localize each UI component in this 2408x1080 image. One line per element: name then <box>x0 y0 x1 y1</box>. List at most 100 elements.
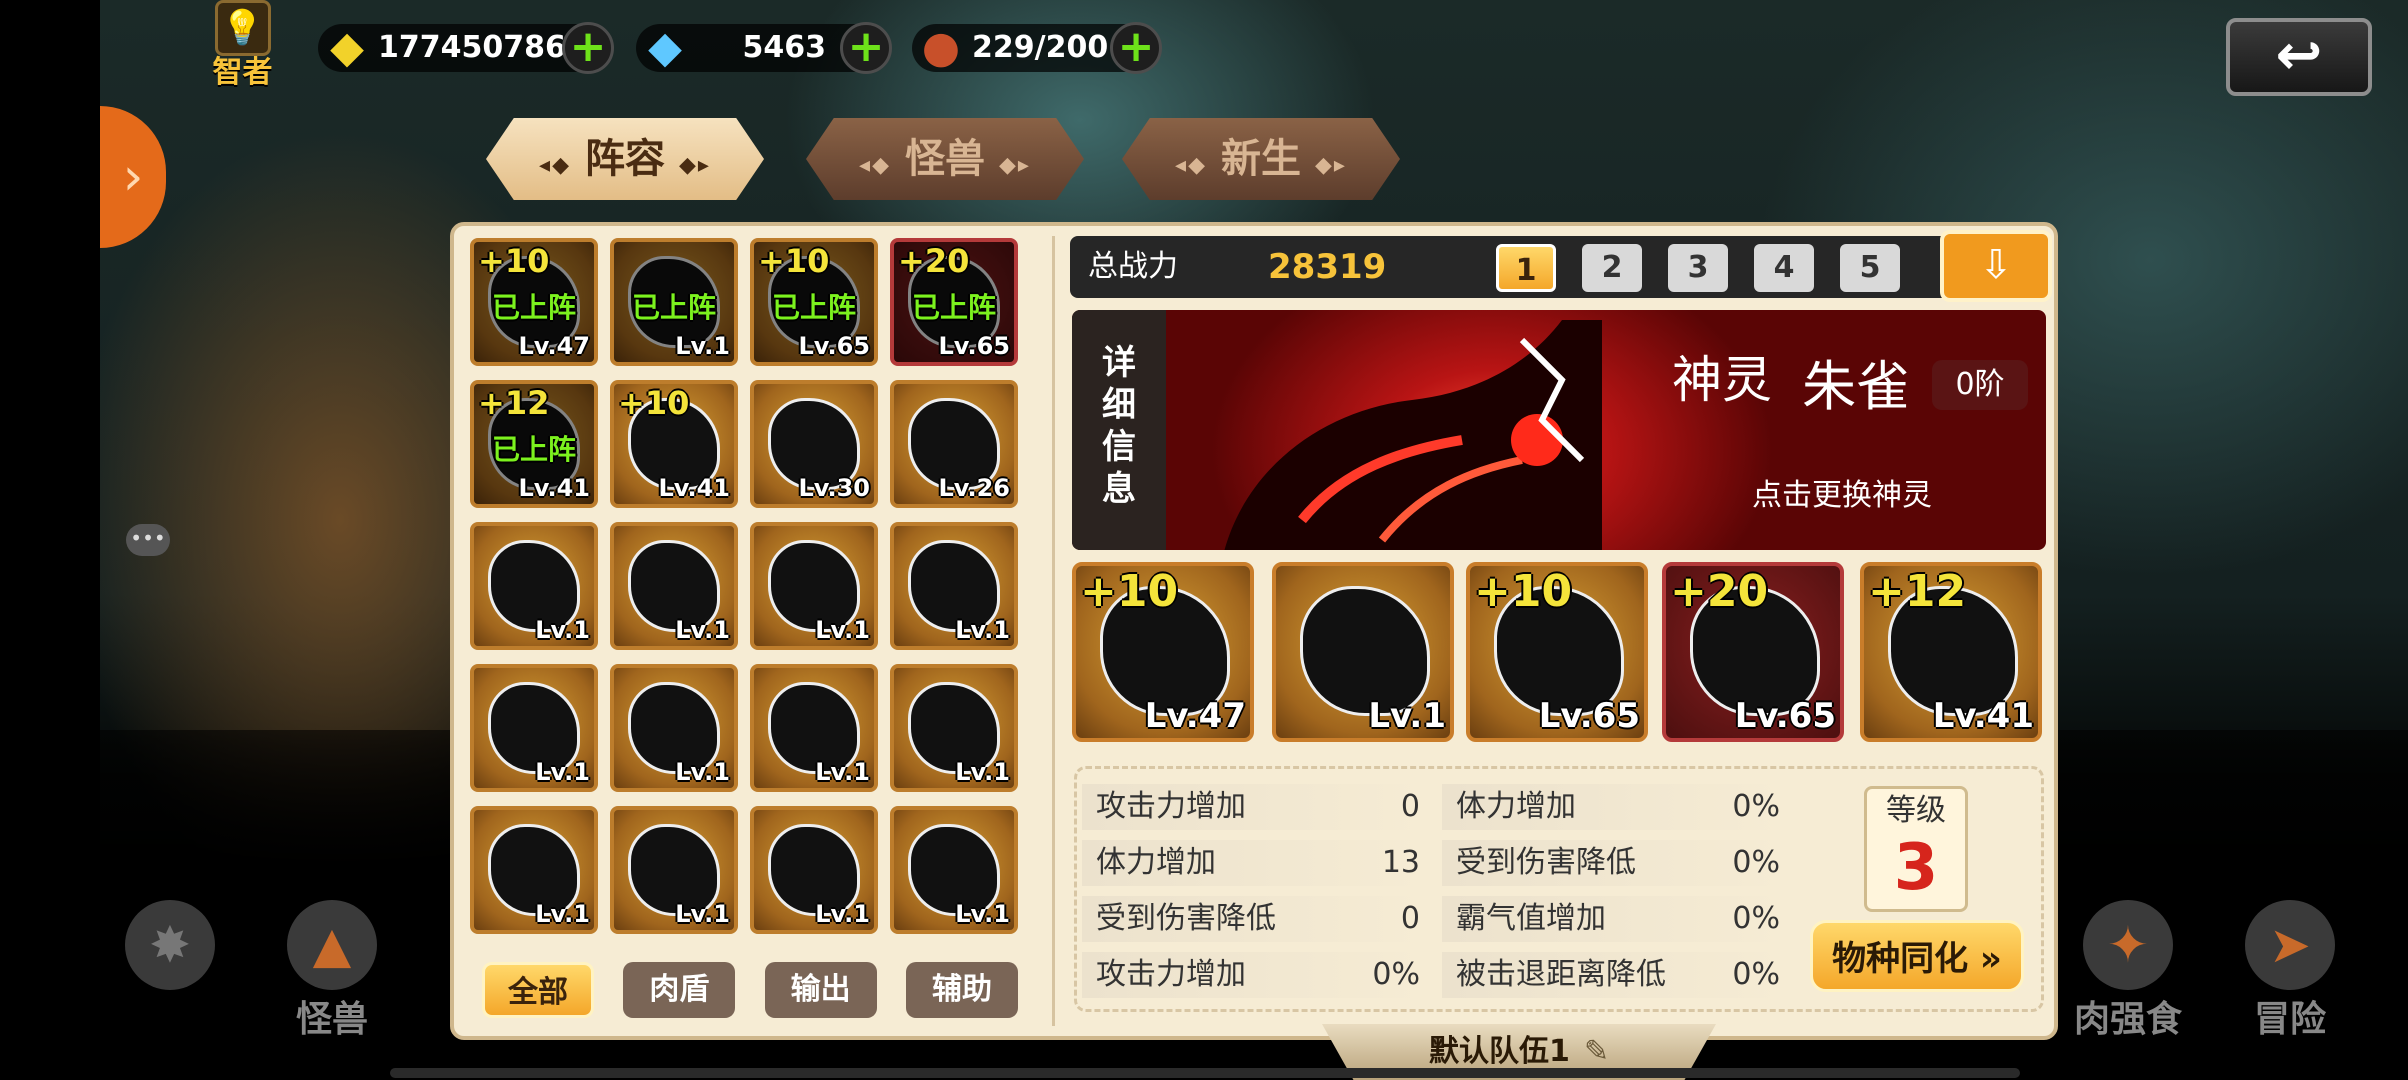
tab-deco-icon: ◆▸ <box>999 153 1031 178</box>
roster-monster-card[interactable]: +10 已上阵 Lv.47 <box>470 238 598 366</box>
monster-level: Lv.65 <box>798 332 871 360</box>
lineup-slot[interactable]: +10 Lv.65 <box>1466 562 1648 742</box>
monster-bonus: +10 <box>758 242 830 280</box>
rank-badge[interactable]: 💡 智者 <box>205 0 280 92</box>
roster-monster-card[interactable]: Lv.1 <box>890 806 1018 934</box>
deployed-label: 已上阵 <box>911 291 996 324</box>
stat-value: 0% <box>1732 845 1780 880</box>
roster-monster-card[interactable]: 已上阵 Lv.1 <box>610 238 738 366</box>
add-gold-button[interactable]: + <box>562 22 614 74</box>
filter-dps[interactable]: 输出 <box>764 962 877 1018</box>
tab-lineup[interactable]: ◂◆ 阵容 ◆▸ <box>486 118 764 200</box>
lineup-slot[interactable]: +12 Lv.41 <box>1860 562 2042 742</box>
level-badge: 等级 3 <box>1864 786 1968 912</box>
monster-level: Lv.1 <box>1368 696 1446 736</box>
roster-monster-card[interactable]: Lv.26 <box>890 380 1018 508</box>
roster-monster-card[interactable]: Lv.1 <box>470 806 598 934</box>
stat-value: 0% <box>1732 957 1780 992</box>
monster-bonus: +10 <box>478 242 550 280</box>
add-stamina-button[interactable]: + <box>1110 22 1162 74</box>
level-label: 等级 <box>1886 793 1946 828</box>
monster-bonus: +20 <box>1670 566 1769 617</box>
monster-bonus: +12 <box>1868 566 1967 617</box>
team-slot-1[interactable]: 1 <box>1496 244 1556 292</box>
roster-monster-card[interactable]: +10 已上阵 Lv.65 <box>750 238 878 366</box>
spirit-banner[interactable]: 详细信息 神灵 朱雀 0阶 点击更换神灵 <box>1072 310 2046 550</box>
roster-monster-card[interactable]: Lv.1 <box>470 664 598 792</box>
species-assimilate-button[interactable]: 物种同化 » <box>1810 920 2024 992</box>
side-expand-tab[interactable]: › <box>100 106 166 248</box>
roster-monster-card[interactable]: Lv.1 <box>750 522 878 650</box>
lineup-slot[interactable]: +20 Lv.65 <box>1662 562 1844 742</box>
roster-monster-card[interactable]: +10 Lv.41 <box>610 380 738 508</box>
pencil-icon: ✎ <box>1583 1034 1609 1069</box>
detail-info-button[interactable]: 详细信息 <box>1072 310 1166 550</box>
stat-name: 受到伤害降低 <box>1456 845 1636 880</box>
filter-all[interactable]: 全部 <box>482 962 594 1018</box>
stat-name: 攻击力增加 <box>1096 789 1246 824</box>
monster-level: Lv.1 <box>535 900 590 928</box>
stat-value: 0 <box>1400 789 1420 824</box>
lightbulb-icon: 💡 <box>214 0 271 56</box>
team-name-label: 默认队伍1 <box>1428 1034 1570 1069</box>
nav-adventure[interactable]: ➤ 冒险 <box>2220 900 2360 1040</box>
stat-name: 被击退距离降低 <box>1456 957 1666 992</box>
swap-down-icon: ⇩ <box>1979 242 2013 288</box>
monster-bonus: +10 <box>1474 566 1573 617</box>
monster-level: Lv.41 <box>518 474 591 502</box>
stat-name: 受到伤害降低 <box>1096 901 1276 936</box>
roster-monster-card[interactable]: Lv.1 <box>890 664 1018 792</box>
meat-icon: ● <box>921 22 961 73</box>
nav-feast[interactable]: ✦ 肉强食 <box>2038 900 2218 1040</box>
roster-monster-card[interactable]: +12 已上阵 Lv.41 <box>470 380 598 508</box>
chat-icon[interactable]: ••• <box>126 524 170 556</box>
tab-deco-icon: ◂◆ <box>539 153 571 178</box>
stamina-counter: ● 229/200 + <box>912 16 1162 80</box>
monster-level: Lv.47 <box>1144 696 1246 736</box>
stat-name: 体力增加 <box>1456 789 1576 824</box>
stat-row: 体力增加 0% <box>1442 784 1788 830</box>
stat-row: 被击退距离降低 0% <box>1442 952 1788 998</box>
team-slot-3[interactable]: 3 <box>1668 244 1728 292</box>
tab-rebirth[interactable]: ◂◆ 新生 ◆▸ <box>1122 118 1400 200</box>
detail-label: 详细信息 <box>1102 343 1136 509</box>
roster-monster-card[interactable]: Lv.1 <box>610 806 738 934</box>
roster-monster-card[interactable]: Lv.1 <box>610 522 738 650</box>
monster-level: Lv.1 <box>535 758 590 786</box>
monster-level: Lv.1 <box>955 900 1010 928</box>
deployed-label: 已上阵 <box>491 291 576 324</box>
filter-tank[interactable]: 肉盾 <box>623 962 736 1018</box>
back-button[interactable]: ↩ <box>2226 18 2372 96</box>
nav-monster-label: 怪兽 <box>295 999 368 1040</box>
team-slot-5[interactable]: 5 <box>1840 244 1900 292</box>
tab-deco-icon: ◂◆ <box>859 153 891 178</box>
stat-value: 0% <box>1732 901 1780 936</box>
roster-monster-card[interactable]: Lv.1 <box>890 522 1018 650</box>
roster-monster-card[interactable]: Lv.1 <box>750 664 878 792</box>
roster-monster-card[interactable]: +20 已上阵 Lv.65 <box>890 238 1018 366</box>
team-slot-4[interactable]: 4 <box>1754 244 1814 292</box>
roster-grid: +10 已上阵 Lv.47 已上阵 Lv.1 +10 已上阵 Lv.65 +20 已上阵 Lv.65… <box>470 238 1036 938</box>
filter-support[interactable]: 辅助 <box>905 962 1018 1018</box>
monster-level: Lv.26 <box>938 474 1011 502</box>
roster-monster-card[interactable]: Lv.1 <box>750 806 878 934</box>
monster-level: Lv.65 <box>938 332 1011 360</box>
monster-level: Lv.41 <box>1932 696 2034 736</box>
roster-monster-card[interactable]: Lv.30 <box>750 380 878 508</box>
nav-monster[interactable]: ▲ 怪兽 <box>262 900 402 1040</box>
spirit-kind: 神灵 <box>1672 351 1772 409</box>
lineup-slot[interactable]: Lv.1 <box>1272 562 1454 742</box>
tab-deco-icon: ◆▸ <box>1315 153 1347 178</box>
tab-monster[interactable]: ◂◆ 怪兽 ◆▸ <box>806 118 1084 200</box>
lineup-slot[interactable]: +10 Lv.47 <box>1072 562 1254 742</box>
stat-value: 0% <box>1732 789 1780 824</box>
team-swap-button[interactable]: ⇩ <box>1940 230 2052 302</box>
rank-label: 智者 <box>212 55 273 90</box>
team-slot-2[interactable]: 2 <box>1582 244 1642 292</box>
roster-monster-card[interactable]: Lv.1 <box>470 522 598 650</box>
add-diamond-button[interactable]: + <box>840 22 892 74</box>
roster-monster-card[interactable]: Lv.1 <box>610 664 738 792</box>
deployed-label: 已上阵 <box>771 291 856 324</box>
back-arrow-icon: ↩ <box>2275 23 2323 88</box>
nav-extra[interactable]: ✸ <box>100 900 240 1040</box>
